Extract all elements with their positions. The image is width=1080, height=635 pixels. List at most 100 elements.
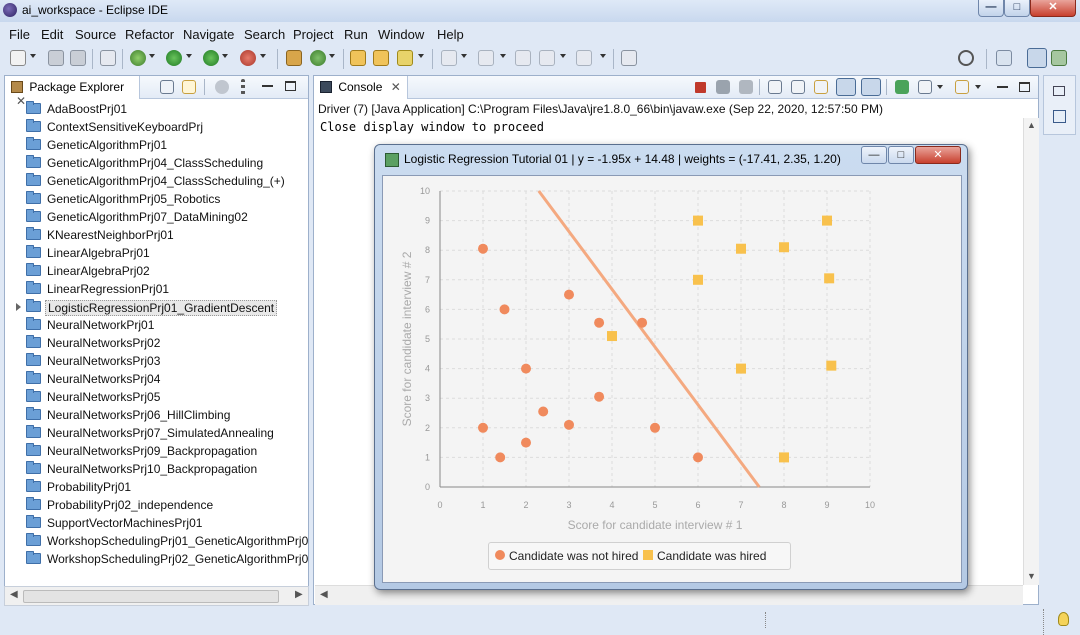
open-task-icon[interactable] xyxy=(373,50,389,66)
tree-item-project[interactable]: NeuralNetworksPrj02 xyxy=(5,334,308,352)
new-java-class-icon[interactable] xyxy=(310,50,326,66)
scroll-right-icon[interactable]: ▶ xyxy=(295,589,303,600)
scroll-down-icon[interactable]: ▼ xyxy=(1027,571,1036,581)
run-icon[interactable] xyxy=(166,50,182,66)
tree-item-project[interactable]: LinearAlgebraPrj02 xyxy=(5,262,308,280)
tree-item-project[interactable]: WorkshopSchedulingPrj01_GeneticAlgorithm… xyxy=(5,532,308,550)
show-console-stderr-icon[interactable] xyxy=(861,78,881,96)
forward-dropdown-icon[interactable] xyxy=(600,54,606,58)
debug-perspective-icon[interactable] xyxy=(1051,50,1067,66)
tree-item-project[interactable]: AdaBoostPrj01 xyxy=(5,100,308,118)
clear-console-icon[interactable] xyxy=(768,80,782,94)
external-tools-icon[interactable] xyxy=(240,50,256,66)
remove-launch-icon[interactable] xyxy=(716,80,730,94)
package-explorer-tab[interactable]: Package Explorer ✕ xyxy=(5,76,140,108)
new-class-dropdown-icon[interactable] xyxy=(329,54,335,58)
scroll-left-icon[interactable]: ◀ xyxy=(320,589,328,600)
debug-icon[interactable] xyxy=(130,50,146,66)
close-button[interactable]: ✕ xyxy=(1030,0,1076,17)
tree-item-project[interactable]: NeuralNetworksPrj07_SimulatedAnnealing xyxy=(5,424,308,442)
coverage-dropdown-icon[interactable] xyxy=(222,54,228,58)
tree-item-project[interactable]: NeuralNetworksPrj03 xyxy=(5,352,308,370)
menu-project[interactable]: Project xyxy=(293,27,333,42)
tree-item-project[interactable]: NeuralNetworksPrj05 xyxy=(5,388,308,406)
pin-editor-icon[interactable] xyxy=(621,50,637,66)
menu-run[interactable]: Run xyxy=(344,27,368,42)
previous-annotation-icon[interactable] xyxy=(478,50,494,66)
package-explorer-horizontal-scrollbar[interactable]: ◀ ▶ xyxy=(4,586,309,606)
menu-source[interactable]: Source xyxy=(75,27,116,42)
maximize-button[interactable]: □ xyxy=(1004,0,1030,17)
tree-item-project[interactable]: GeneticAlgorithmPrj01 xyxy=(5,136,308,154)
tree-item-project[interactable]: NeuralNetworksPrj10_Backpropagation xyxy=(5,460,308,478)
new-dropdown-icon[interactable] xyxy=(30,54,36,58)
next-annotation-icon[interactable] xyxy=(441,50,457,66)
minimize-view-icon[interactable] xyxy=(997,86,1008,88)
open-console-dropdown-icon[interactable] xyxy=(975,85,981,89)
outline-view-icon[interactable] xyxy=(1053,110,1066,123)
scroll-left-icon[interactable]: ◀ xyxy=(10,589,18,600)
open-type-icon[interactable] xyxy=(350,50,366,66)
restore-icon[interactable] xyxy=(1053,86,1065,96)
run-dropdown-icon[interactable] xyxy=(186,54,192,58)
previous-annotation-dropdown-icon[interactable] xyxy=(500,54,506,58)
tree-item-project[interactable]: NeuralNetworksPrj09_Backpropagation xyxy=(5,442,308,460)
word-wrap-icon[interactable] xyxy=(814,80,828,94)
display-selected-console-icon[interactable] xyxy=(918,80,932,94)
plot-window[interactable]: Logistic Regression Tutorial 01 | y = -1… xyxy=(374,144,968,590)
tree-item-project[interactable]: GeneticAlgorithmPrj04_ClassScheduling_(+… xyxy=(5,172,308,190)
coverage-icon[interactable] xyxy=(203,50,219,66)
terminate-icon[interactable] xyxy=(695,82,706,93)
show-console-stdout-icon[interactable] xyxy=(836,78,856,96)
tree-item-project[interactable]: LinearAlgebraPrj01 xyxy=(5,244,308,262)
tree-item-project[interactable]: GeneticAlgorithmPrj05_Robotics xyxy=(5,190,308,208)
scroll-lock-icon[interactable] xyxy=(791,80,805,94)
save-all-icon[interactable] xyxy=(70,50,86,66)
menu-refactor[interactable]: Refactor xyxy=(125,27,174,42)
tree-item-project[interactable]: KNearestNeighborPrj01 xyxy=(5,226,308,244)
back-dropdown-icon[interactable] xyxy=(560,54,566,58)
tree-item-project[interactable]: NeuralNetworksPrj04 xyxy=(5,370,308,388)
save-icon[interactable] xyxy=(48,50,64,66)
menu-window[interactable]: Window xyxy=(378,27,424,42)
external-tools-dropdown-icon[interactable] xyxy=(260,54,266,58)
forward-icon[interactable] xyxy=(576,50,592,66)
tree-item-project[interactable]: GeneticAlgorithmPrj07_DataMining02 xyxy=(5,208,308,226)
tree-item-project[interactable]: SupportVectorMachinesPrj01 xyxy=(5,514,308,532)
minimize-button[interactable]: — xyxy=(978,0,1004,17)
tree-item-project[interactable]: WorkshopSchedulingPrj02_GeneticAlgorithm… xyxy=(5,550,308,568)
new-java-package-icon[interactable] xyxy=(286,50,302,66)
display-console-dropdown-icon[interactable] xyxy=(937,85,943,89)
collapse-all-icon[interactable] xyxy=(160,80,174,94)
tree-item-project[interactable]: LinearRegressionPrj01 xyxy=(5,280,308,298)
filters-icon[interactable] xyxy=(215,80,229,94)
menu-file[interactable]: File xyxy=(9,27,30,42)
menu-search[interactable]: Search xyxy=(244,27,285,42)
menu-navigate[interactable]: Navigate xyxy=(183,27,234,42)
link-with-editor-icon[interactable] xyxy=(182,80,196,94)
view-menu-icon[interactable] xyxy=(241,79,245,95)
scroll-up-icon[interactable]: ▲ xyxy=(1027,120,1036,130)
open-perspective-icon[interactable] xyxy=(996,50,1012,66)
maximize-view-icon[interactable] xyxy=(285,81,296,91)
debug-dropdown-icon[interactable] xyxy=(149,54,155,58)
pin-console-icon[interactable] xyxy=(895,80,909,94)
close-tab-icon[interactable]: ✕ xyxy=(391,80,401,94)
tree-item-project[interactable]: NeuralNetworksPrj06_HillClimbing xyxy=(5,406,308,424)
expand-arrow-icon[interactable] xyxy=(16,303,21,311)
last-edit-location-icon[interactable] xyxy=(515,50,531,66)
tree-item-project[interactable]: ProbabilityPrj02_independence xyxy=(5,496,308,514)
back-icon[interactable] xyxy=(539,50,555,66)
plot-close-button[interactable]: ✕ xyxy=(915,146,961,164)
tree-item-project[interactable]: GeneticAlgorithmPrj04_ClassScheduling xyxy=(5,154,308,172)
console-vertical-scrollbar[interactable]: ▲ ▼ xyxy=(1023,118,1039,585)
menu-edit[interactable]: Edit xyxy=(41,27,63,42)
plot-minimize-button[interactable]: — xyxy=(861,146,887,164)
search-dropdown-icon[interactable] xyxy=(418,54,424,58)
search-tool-icon[interactable] xyxy=(397,50,413,66)
open-console-icon[interactable] xyxy=(955,80,969,94)
maximize-view-icon[interactable] xyxy=(1019,82,1030,92)
remove-all-terminated-icon[interactable] xyxy=(739,80,753,94)
java-perspective-icon[interactable] xyxy=(1027,48,1047,68)
tree-item-project[interactable]: LogisticRegressionPrj01_GradientDescent xyxy=(5,298,308,316)
